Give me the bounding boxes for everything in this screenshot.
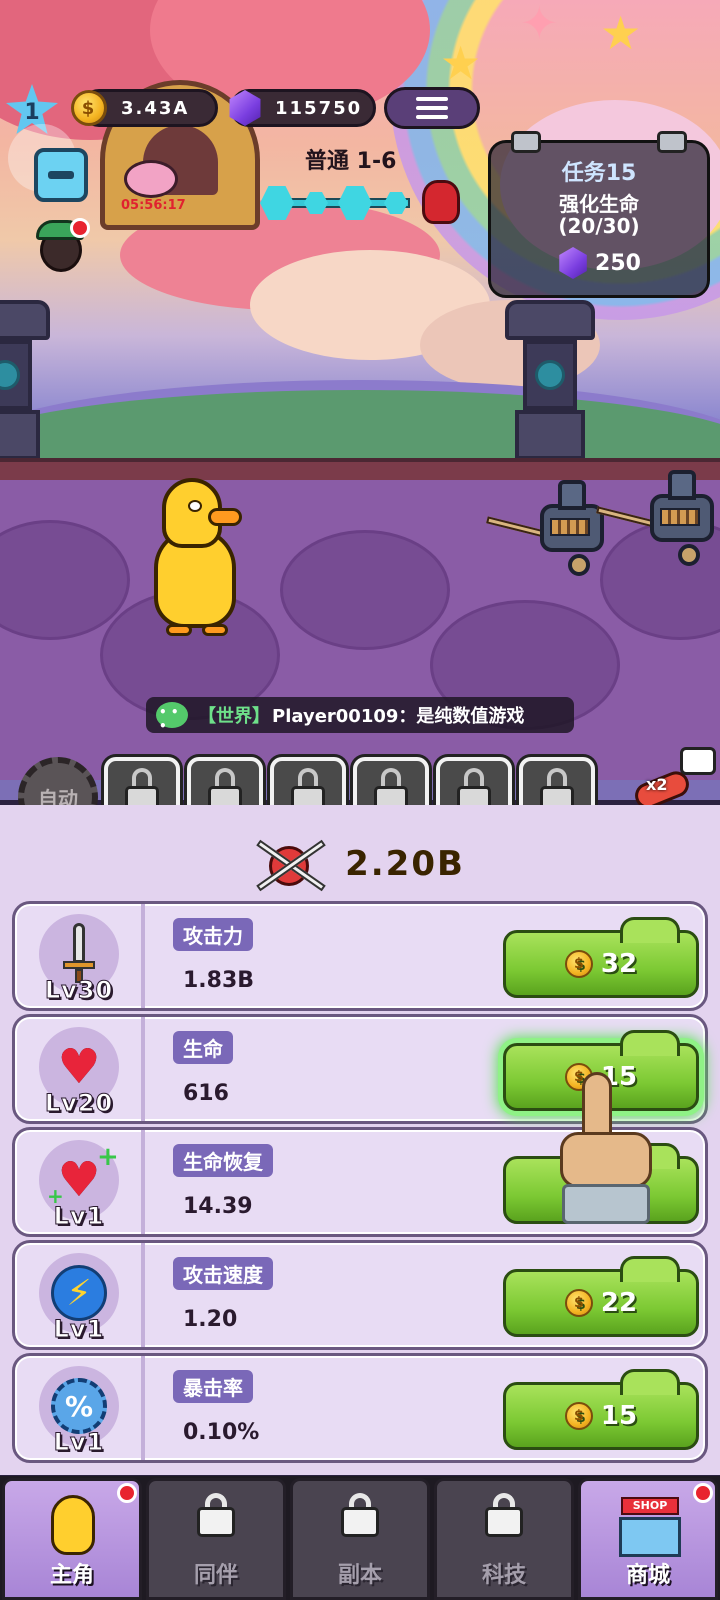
quest-progress: (20/30): [558, 214, 640, 238]
gold-amount: 3.43A: [121, 97, 190, 119]
gold-coin-icon: $: [71, 90, 107, 126]
video-ad-icon[interactable]: [680, 747, 716, 775]
stone-lantern: [0, 300, 50, 460]
tab-label: 同伴: [193, 1563, 238, 1588]
lock-icon: [485, 1493, 523, 1537]
tab-hero[interactable]: 主角: [2, 1478, 142, 1600]
notification-dot: [693, 1483, 713, 1503]
tab-partner[interactable]: 同伴: [146, 1478, 286, 1600]
shop-sign: SHOP: [621, 1497, 679, 1515]
stat-value: 616: [183, 1081, 229, 1106]
gold-coin-icon: $: [564, 1289, 593, 1317]
tab-label: 副本: [337, 1563, 382, 1588]
player-level: 1: [24, 99, 40, 125]
gold-coin-icon: $: [564, 950, 593, 978]
crossed-swords-icon: [255, 832, 326, 896]
stat-value: 0.10%: [183, 1420, 260, 1445]
chat-bubble-icon: [156, 702, 188, 733]
quest-title: 任务15: [561, 161, 637, 186]
world-chat-bar[interactable]: 【世界】 Player00109：是纯数值游戏: [146, 697, 574, 733]
player-duck: [150, 478, 242, 638]
star-decoration: ✦: [520, 0, 559, 50]
quest-reward-amount: 250: [595, 250, 641, 276]
stat-level: Lv1: [53, 1202, 105, 1231]
notification-dot: [70, 218, 90, 238]
chat-channel: 【世界】: [198, 706, 270, 727]
minus-icon: [48, 171, 74, 179]
upgrade-cost: 32: [600, 949, 638, 979]
combat-power: 2.20B: [0, 829, 720, 899]
stat-level: Lv20: [44, 1089, 114, 1118]
gem-icon: [559, 247, 587, 279]
tab-label: 主角: [49, 1563, 94, 1588]
gold-counter[interactable]: $ 3.43A: [71, 89, 218, 127]
upgrade-cost: 15: [600, 1401, 638, 1431]
speed-multiplier: x2: [646, 775, 668, 794]
quest-description: 强化生命 (20/30): [491, 193, 707, 237]
upgrade-button[interactable]: $ 15: [503, 1369, 699, 1450]
upgrade-button[interactable]: $ 32: [503, 917, 699, 998]
npc-avatar[interactable]: [34, 216, 90, 276]
gem-amount: 115750: [275, 97, 363, 119]
boss-icon: [422, 180, 460, 224]
stat-name: 攻击力: [173, 918, 253, 951]
notification-dot: [117, 1483, 137, 1503]
quest-description-text: 强化生命: [559, 192, 639, 216]
stat-name: 暴击率: [173, 1370, 253, 1403]
lock-icon: [341, 1493, 379, 1537]
enemy-cart[interactable]: [486, 480, 610, 576]
star-decoration: ★: [600, 6, 642, 60]
stat-value: 1.83B: [183, 968, 255, 993]
stat-card-attack: Lv30 攻击力 1.83B $ 32: [12, 901, 708, 1011]
list-menu-icon: [416, 97, 448, 119]
stat-level: Lv1: [53, 1428, 105, 1457]
stat-value: 1.20: [183, 1307, 238, 1332]
quest-reward: 250: [491, 247, 707, 279]
quest-panel[interactable]: 任务15 强化生命 (20/30) 250: [488, 131, 710, 298]
stage-progress: [260, 186, 420, 220]
lock-icon: [197, 1493, 235, 1537]
menu-button[interactable]: [384, 87, 480, 129]
tab-dungeon[interactable]: 副本: [290, 1478, 430, 1600]
duck-hero-icon: [37, 1495, 107, 1557]
chat-message: Player00109：是纯数值游戏: [272, 706, 525, 727]
event-timer: 05:56:17: [121, 198, 186, 213]
stat-name: 生命: [173, 1031, 233, 1064]
stat-name: 生命恢复: [173, 1144, 273, 1177]
stone-lantern: [505, 300, 595, 460]
collapse-button[interactable]: [34, 148, 88, 202]
stat-name: 攻击速度: [173, 1257, 273, 1290]
stat-level: Lv1: [53, 1315, 105, 1344]
upgrade-cost: 22: [600, 1288, 638, 1318]
enemy-cart[interactable]: [596, 470, 720, 566]
shop-icon: SHOP: [613, 1495, 683, 1557]
stat-value: 14.39: [183, 1194, 253, 1219]
combat-power-value: 2.20B: [345, 844, 465, 884]
gold-coin-icon: $: [564, 1402, 593, 1430]
tutorial-pointer-hand: [560, 1072, 656, 1232]
stat-level: Lv30: [44, 976, 114, 1005]
tab-label: 商城: [625, 1563, 670, 1588]
tab-tech[interactable]: 科技: [434, 1478, 574, 1600]
bottom-navigation: 主角 同伴 副本 科技 SHOP 商城: [0, 1476, 720, 1600]
star-decoration: ★: [440, 36, 482, 90]
stat-card-crit-rate: % Lv1 暴击率 0.10% $ 15: [12, 1353, 708, 1463]
upgrade-button[interactable]: $ 22: [503, 1256, 699, 1337]
ground-edge: [0, 458, 720, 480]
tab-shop[interactable]: SHOP 商城: [578, 1478, 718, 1600]
ground: [0, 480, 720, 780]
stat-card-attack-speed: ⚡ Lv1 攻击速度 1.20 $ 22: [12, 1240, 708, 1350]
gem-counter[interactable]: 115750: [229, 89, 376, 127]
tab-label: 科技: [481, 1563, 526, 1588]
event-mushroom-icon[interactable]: [124, 160, 178, 198]
stage-title: 普通 1-6: [305, 149, 397, 174]
